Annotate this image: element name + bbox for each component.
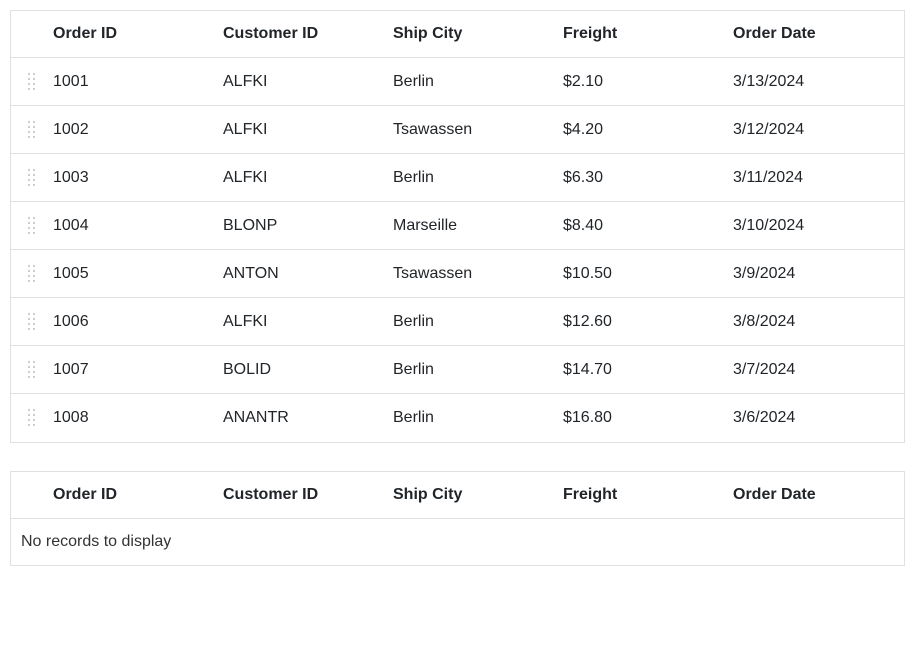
drag-handle-icon[interactable] — [11, 169, 53, 187]
cell-freight: $2.10 — [563, 61, 733, 103]
column-header-orderdate[interactable]: Order Date — [733, 11, 903, 57]
cell-customerid: ALFKI — [223, 61, 393, 103]
cell-orderdate: 3/6/2024 — [733, 397, 903, 439]
drag-handle-icon[interactable] — [11, 217, 53, 235]
table-row[interactable]: 1001ALFKIBerlin$2.103/13/2024 — [11, 58, 904, 106]
cell-shipcity: Berlin — [393, 301, 563, 343]
table-row[interactable]: 1006ALFKIBerlin$12.603/8/2024 — [11, 298, 904, 346]
cell-shipcity: Tsawassen — [393, 253, 563, 295]
drag-cell[interactable] — [11, 313, 53, 331]
drag-column-header — [11, 472, 53, 518]
drag-cell[interactable] — [11, 121, 53, 139]
column-header-shipcity[interactable]: Ship City — [393, 11, 563, 57]
cell-freight: $6.30 — [563, 157, 733, 199]
target-grid: Order ID Customer ID Ship City Freight O… — [10, 471, 905, 566]
drag-cell[interactable] — [11, 361, 53, 379]
cell-orderdate: 3/9/2024 — [733, 253, 903, 295]
drag-handle-icon[interactable] — [11, 313, 53, 331]
table-row[interactable]: 1005ANTONTsawassen$10.503/9/2024 — [11, 250, 904, 298]
cell-orderid: 1003 — [53, 157, 223, 199]
cell-freight: $4.20 — [563, 109, 733, 151]
source-grid-rows: 1001ALFKIBerlin$2.103/13/20241002ALFKITs… — [11, 58, 904, 442]
column-header-customerid[interactable]: Customer ID — [223, 11, 393, 57]
drag-handle-icon[interactable] — [11, 121, 53, 139]
cell-shipcity: Berlin — [393, 349, 563, 391]
cell-freight: $8.40 — [563, 205, 733, 247]
drag-cell[interactable] — [11, 265, 53, 283]
drag-handle-icon[interactable] — [11, 73, 53, 91]
column-header-freight[interactable]: Freight — [563, 472, 733, 518]
column-header-freight[interactable]: Freight — [563, 11, 733, 57]
cell-orderdate: 3/8/2024 — [733, 301, 903, 343]
column-header-orderid[interactable]: Order ID — [53, 11, 223, 57]
cell-orderid: 1004 — [53, 205, 223, 247]
cell-orderdate: 3/10/2024 — [733, 205, 903, 247]
cell-shipcity: Tsawassen — [393, 109, 563, 151]
cell-shipcity: Berlin — [393, 157, 563, 199]
column-header-orderid[interactable]: Order ID — [53, 472, 223, 518]
column-header-orderdate[interactable]: Order Date — [733, 472, 903, 518]
source-grid: Order ID Customer ID Ship City Freight O… — [10, 10, 905, 443]
cell-orderid: 1008 — [53, 397, 223, 439]
table-row[interactable]: 1003ALFKIBerlin$6.303/11/2024 — [11, 154, 904, 202]
cell-customerid: ANANTR — [223, 397, 393, 439]
cell-shipcity: Berlin — [393, 397, 563, 439]
cell-shipcity: Berlin — [393, 61, 563, 103]
cell-customerid: ALFKI — [223, 109, 393, 151]
column-header-customerid[interactable]: Customer ID — [223, 472, 393, 518]
target-grid-rows: No records to display — [11, 519, 904, 565]
cell-orderdate: 3/7/2024 — [733, 349, 903, 391]
cell-freight: $16.80 — [563, 397, 733, 439]
table-row[interactable]: 1004BLONPMarseille$8.403/10/2024 — [11, 202, 904, 250]
cell-customerid: BOLID — [223, 349, 393, 391]
empty-records-text: No records to display — [11, 519, 904, 565]
cell-orderid: 1001 — [53, 61, 223, 103]
cell-orderdate: 3/13/2024 — [733, 61, 903, 103]
drag-cell[interactable] — [11, 217, 53, 235]
source-grid-header: Order ID Customer ID Ship City Freight O… — [11, 11, 904, 58]
drag-cell[interactable] — [11, 73, 53, 91]
table-row[interactable]: 1002ALFKITsawassen$4.203/12/2024 — [11, 106, 904, 154]
cell-shipcity: Marseille — [393, 205, 563, 247]
column-header-shipcity[interactable]: Ship City — [393, 472, 563, 518]
cell-freight: $10.50 — [563, 253, 733, 295]
drag-handle-icon[interactable] — [11, 361, 53, 379]
cell-orderid: 1002 — [53, 109, 223, 151]
cell-orderdate: 3/11/2024 — [733, 157, 903, 199]
cell-orderdate: 3/12/2024 — [733, 109, 903, 151]
drag-cell[interactable] — [11, 169, 53, 187]
cell-customerid: ANTON — [223, 253, 393, 295]
cell-freight: $14.70 — [563, 349, 733, 391]
cell-customerid: ALFKI — [223, 301, 393, 343]
drag-handle-icon[interactable] — [11, 265, 53, 283]
table-row[interactable]: 1008ANANTRBerlin$16.803/6/2024 — [11, 394, 904, 442]
target-grid-header: Order ID Customer ID Ship City Freight O… — [11, 472, 904, 519]
cell-customerid: BLONP — [223, 205, 393, 247]
cell-orderid: 1006 — [53, 301, 223, 343]
cell-orderid: 1007 — [53, 349, 223, 391]
cell-freight: $12.60 — [563, 301, 733, 343]
drag-handle-icon[interactable] — [11, 409, 53, 427]
cell-orderid: 1005 — [53, 253, 223, 295]
table-row[interactable]: 1007BOLIDBerlin$14.703/7/2024 — [11, 346, 904, 394]
drag-cell[interactable] — [11, 409, 53, 427]
drag-column-header — [11, 11, 53, 57]
cell-customerid: ALFKI — [223, 157, 393, 199]
